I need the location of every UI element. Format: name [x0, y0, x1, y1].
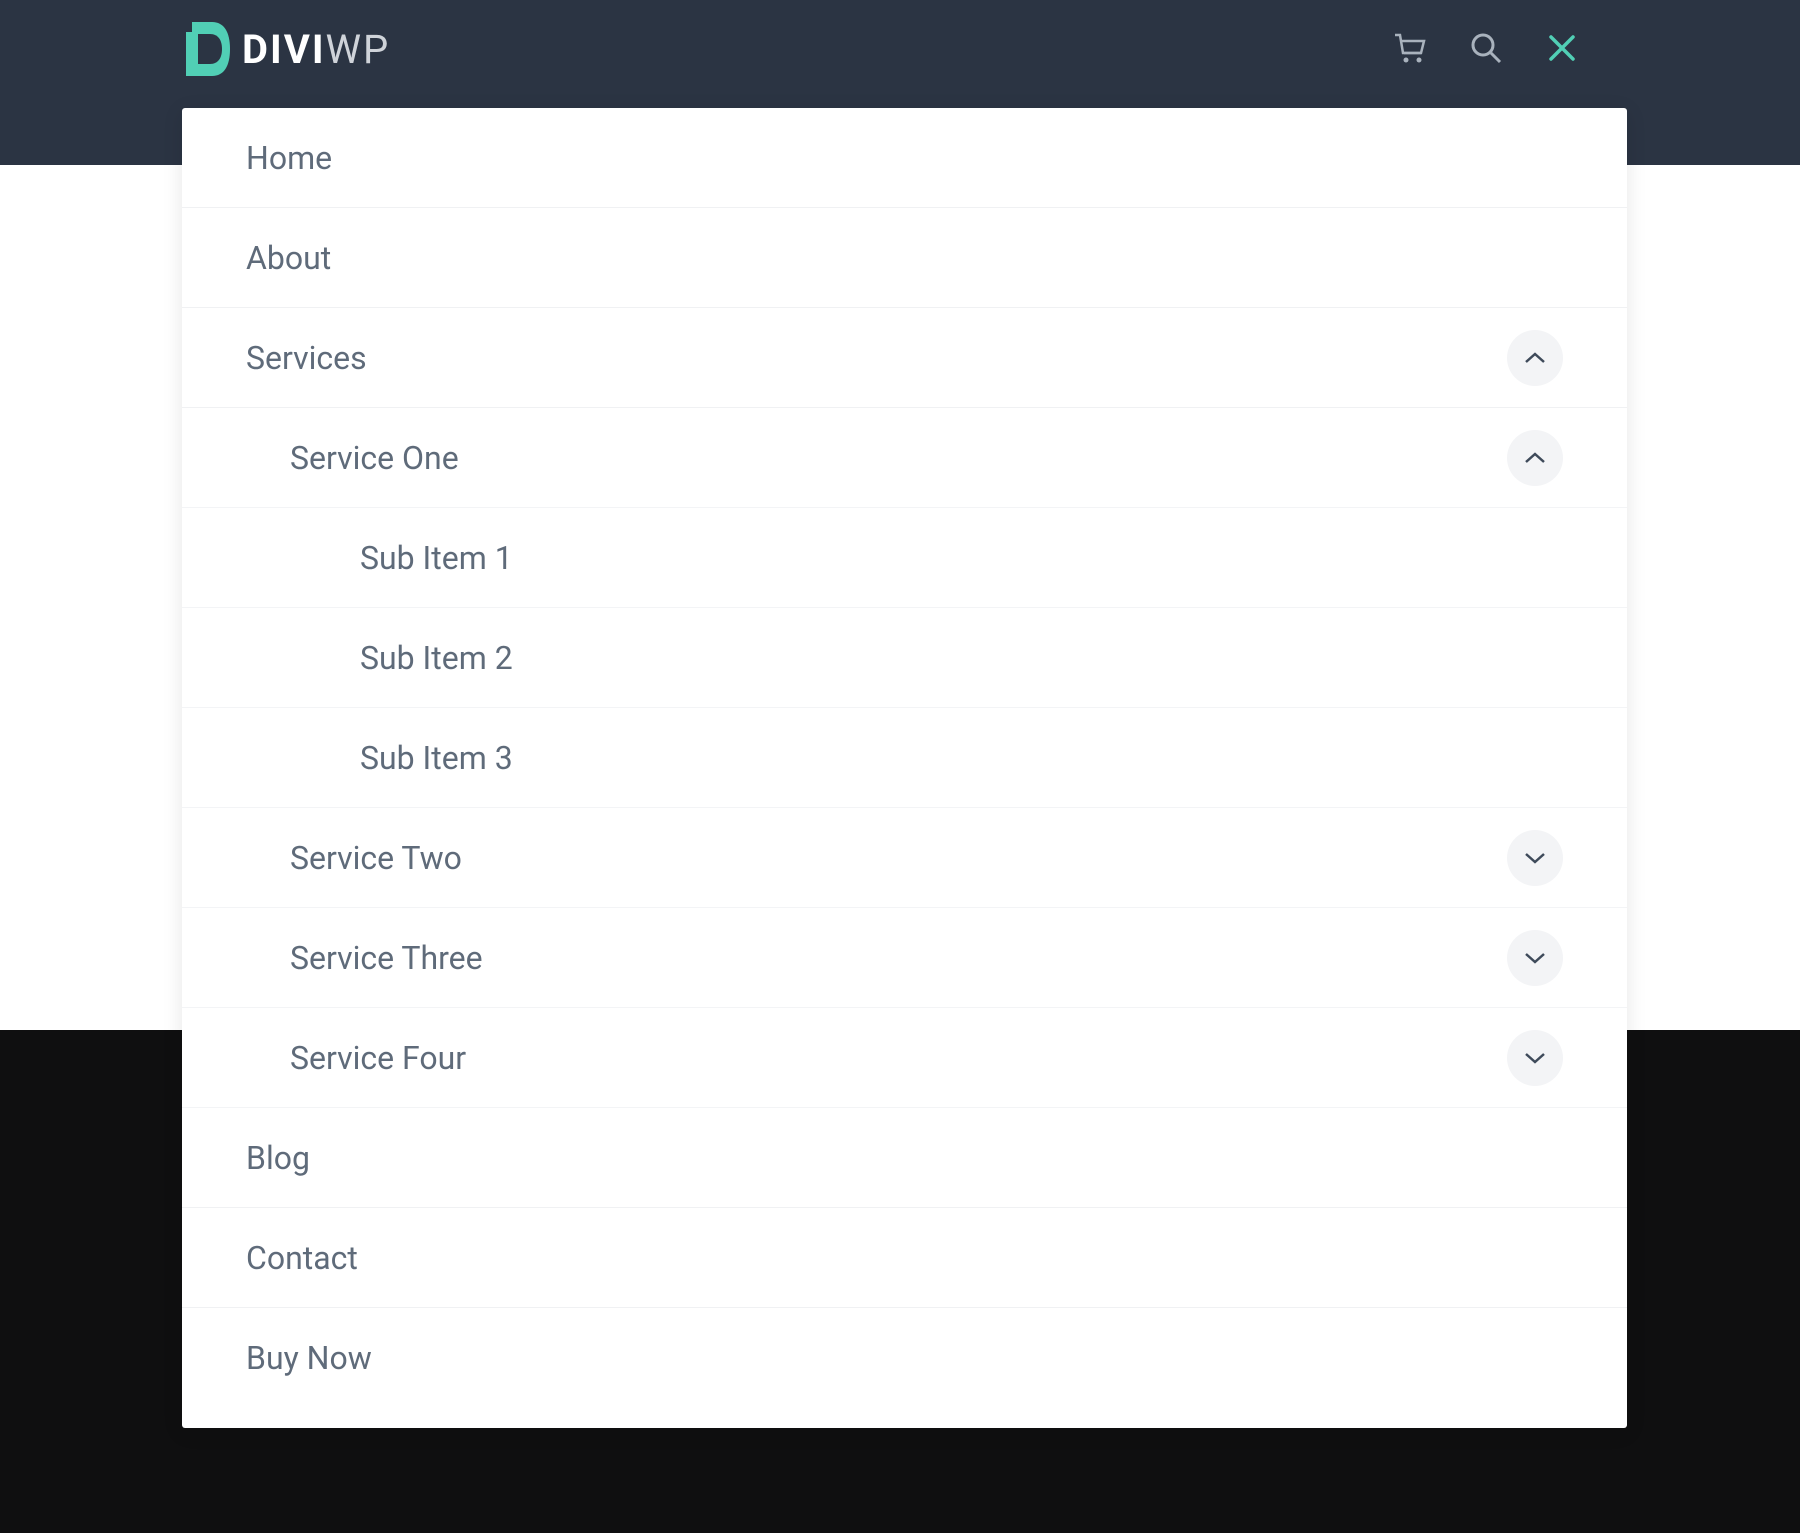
expand-toggle[interactable]: [1507, 930, 1563, 986]
chevron-down-icon: [1524, 1051, 1546, 1065]
menu-item-buy-now[interactable]: Buy Now: [182, 1308, 1627, 1408]
menu-item-sub-item-3[interactable]: Sub Item 3: [182, 708, 1627, 808]
menu-label: Contact: [246, 1239, 358, 1277]
menu-item-home[interactable]: Home: [182, 108, 1627, 208]
menu-item-service-two[interactable]: Service Two: [182, 808, 1627, 908]
menu-label: Sub Item 3: [360, 739, 513, 777]
menu-item-sub-item-2[interactable]: Sub Item 2: [182, 608, 1627, 708]
cart-icon[interactable]: [1392, 30, 1428, 66]
menu-item-blog[interactable]: Blog: [182, 1108, 1627, 1208]
menu-label: Service Four: [290, 1039, 466, 1077]
expand-toggle[interactable]: [1507, 1030, 1563, 1086]
mobile-menu-panel: Home About Services Service One Sub Item…: [182, 108, 1627, 1428]
collapse-toggle[interactable]: [1507, 330, 1563, 386]
menu-label: Blog: [246, 1139, 310, 1177]
logo-text-a: DIVI: [242, 26, 326, 73]
chevron-up-icon: [1524, 351, 1546, 365]
collapse-toggle[interactable]: [1507, 430, 1563, 486]
menu-item-services[interactable]: Services: [182, 308, 1627, 408]
menu-item-service-four[interactable]: Service Four: [182, 1008, 1627, 1108]
menu-label: Service One: [290, 439, 459, 477]
site-logo[interactable]: DIVIWP: [182, 20, 390, 78]
chevron-down-icon: [1524, 851, 1546, 865]
search-icon[interactable]: [1468, 30, 1504, 66]
menu-label: Sub Item 1: [360, 539, 513, 577]
logo-mark-icon: [182, 20, 232, 78]
menu-item-service-three[interactable]: Service Three: [182, 908, 1627, 1008]
close-menu-icon[interactable]: [1544, 30, 1580, 66]
menu-label: About: [246, 239, 331, 277]
header-icons: [1392, 30, 1580, 66]
menu-item-about[interactable]: About: [182, 208, 1627, 308]
chevron-up-icon: [1524, 451, 1546, 465]
logo-text-b: WP: [326, 26, 391, 73]
chevron-down-icon: [1524, 951, 1546, 965]
menu-item-contact[interactable]: Contact: [182, 1208, 1627, 1308]
menu-label: Home: [246, 139, 332, 177]
menu-item-service-one[interactable]: Service One: [182, 408, 1627, 508]
menu-label: Service Three: [290, 939, 483, 977]
menu-label: Buy Now: [246, 1339, 372, 1377]
expand-toggle[interactable]: [1507, 830, 1563, 886]
menu-label: Sub Item 2: [360, 639, 513, 677]
menu-label: Services: [246, 339, 367, 377]
menu-label: Service Two: [290, 839, 462, 877]
menu-item-sub-item-1[interactable]: Sub Item 1: [182, 508, 1627, 608]
logo-text: DIVIWP: [242, 26, 390, 73]
